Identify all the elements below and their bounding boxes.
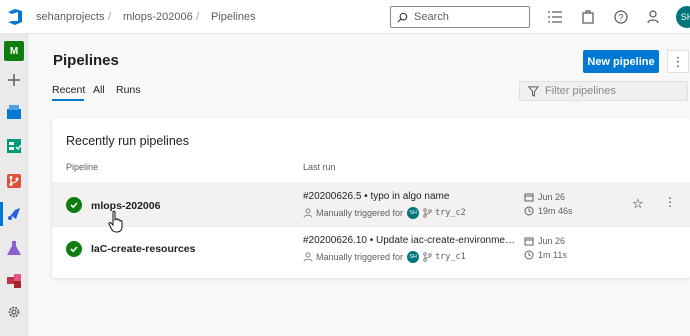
marketplace-bag-icon[interactable] (580, 9, 596, 25)
user-settings-icon[interactable] (646, 9, 662, 25)
user-avatar-small: SH (407, 251, 420, 263)
overview-icon[interactable] (4, 102, 24, 122)
pipeline-row[interactable]: IaC-create-resources #20200626.10 • Upda… (52, 226, 690, 270)
boards-icon[interactable] (4, 136, 24, 156)
repos-icon[interactable] (4, 171, 24, 191)
favorite-star-icon[interactable]: ☆ (632, 196, 644, 212)
trigger-text: Manually triggered for (316, 208, 404, 218)
breadcrumb-separator: / (196, 11, 200, 23)
person-icon (303, 208, 313, 218)
calendar-icon (524, 193, 534, 202)
trigger-text: Manually triggered for (316, 252, 404, 262)
filter-pipelines-input[interactable]: Filter pipelines (519, 81, 688, 101)
new-pipeline-button[interactable]: New pipeline (583, 50, 659, 73)
success-check-icon (66, 241, 82, 257)
calendar-icon (524, 237, 534, 246)
person-icon (303, 252, 313, 262)
active-tab-indicator (52, 99, 84, 101)
branch-icon (423, 252, 432, 262)
pipeline-name[interactable]: IaC-create-resources (91, 243, 195, 255)
pipelines-icon[interactable] (4, 204, 24, 224)
tab-recent[interactable]: Recent (52, 84, 85, 96)
search-icon (397, 12, 408, 23)
left-nav-rail: M (0, 34, 28, 336)
search-input[interactable]: Search (390, 6, 530, 28)
breadcrumb-page[interactable]: Pipelines (211, 11, 256, 23)
branch-icon (423, 208, 432, 218)
azure-devops-logo-icon[interactable] (6, 8, 24, 26)
column-header-pipeline: Pipeline (66, 162, 99, 172)
run-title[interactable]: #20200626.5 • typo in algo name (303, 191, 449, 202)
add-icon[interactable] (4, 70, 24, 90)
tab-all[interactable]: All (93, 84, 105, 96)
run-date: Jun 26 (524, 192, 565, 202)
page-title: Pipelines (53, 52, 119, 69)
org-avatar[interactable]: M (4, 41, 24, 61)
user-avatar-small: SH (407, 207, 420, 219)
search-placeholder: Search (414, 11, 449, 23)
run-duration: 1m 11s (524, 250, 567, 260)
tab-runs[interactable]: Runs (116, 84, 141, 96)
run-title[interactable]: #20200626.10 • Update iac-create-environ… (303, 235, 515, 246)
clock-icon (524, 250, 534, 260)
row-more-actions-icon[interactable]: ⋮ (664, 195, 676, 209)
date-text: Jun 26 (538, 192, 566, 202)
hand-cursor-icon (108, 210, 123, 233)
run-meta: Manually triggered for SH try_c2 (303, 207, 466, 219)
success-check-icon (66, 197, 82, 213)
pipeline-row[interactable]: mlops-202006 #20200626.5 • typo in algo … (52, 182, 690, 226)
date-text: Jun 26 (538, 236, 566, 246)
clock-icon (524, 206, 534, 216)
branch-name: try_c2 (435, 208, 466, 218)
help-icon[interactable]: ? (613, 9, 629, 25)
top-bar: sehanprojects / mlops-202006 / Pipelines… (0, 0, 690, 34)
duration-text: 19m 46s (538, 206, 573, 216)
user-avatar[interactable]: SH (676, 6, 690, 28)
duration-text: 1m 11s (538, 250, 567, 260)
artifacts-icon[interactable] (4, 271, 24, 291)
breadcrumb-org[interactable]: sehanprojects (36, 11, 105, 23)
filter-placeholder: Filter pipelines (545, 85, 616, 97)
list-icon[interactable] (547, 9, 563, 25)
recent-pipelines-card: Recently run pipelines Pipeline Last run… (52, 118, 690, 278)
run-meta: Manually triggered for SH try_c1 (303, 251, 466, 263)
active-indicator (0, 202, 3, 226)
svg-text:?: ? (618, 13, 623, 23)
run-duration: 19m 46s (524, 206, 573, 216)
breadcrumb-separator: / (108, 11, 112, 23)
more-actions-button[interactable]: ⋮ (667, 50, 689, 73)
breadcrumb-project[interactable]: mlops-202006 (123, 11, 193, 23)
column-header-last-run: Last run (303, 162, 336, 172)
branch-name: try_c1 (435, 252, 466, 262)
card-title: Recently run pipelines (66, 134, 189, 148)
test-plans-icon[interactable] (4, 238, 24, 258)
run-date: Jun 26 (524, 236, 565, 246)
filter-icon (528, 85, 539, 97)
settings-gear-icon[interactable] (4, 302, 24, 322)
